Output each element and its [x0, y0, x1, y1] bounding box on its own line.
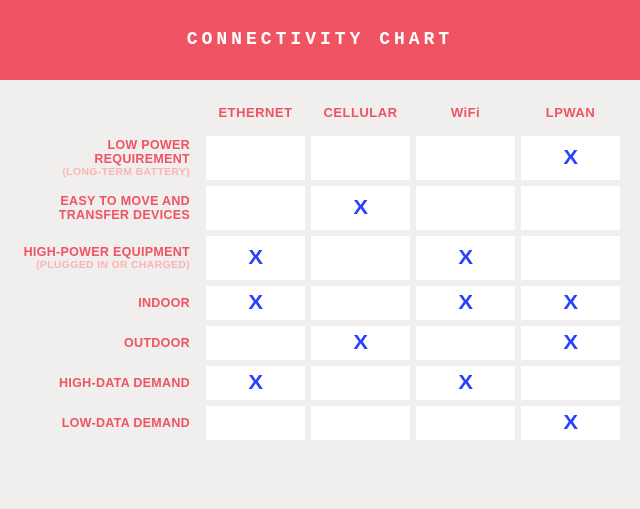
row-header: LOW-DATA DEMAND — [10, 416, 200, 430]
grid-cell: X — [521, 286, 620, 320]
chart-body: ETHERNET CELLULAR WiFi LPWAN LOW POWER REQUI… — [0, 80, 640, 460]
grid-cell: X — [416, 286, 515, 320]
connectivity-grid: ETHERNET CELLULAR WiFi LPWAN LOW POWER REQUI… — [10, 100, 620, 440]
grid-cell — [416, 406, 515, 440]
row-label: LOW-DATA DEMAND — [10, 416, 190, 430]
column-header: ETHERNET — [206, 105, 305, 126]
grid-cell — [521, 236, 620, 280]
check-mark-icon: X — [248, 247, 263, 270]
check-mark-icon: X — [563, 412, 578, 435]
grid-cell: X — [521, 406, 620, 440]
grid-cell — [311, 286, 410, 320]
row-sublabel: (LONG-TERM BATTERY) — [10, 166, 190, 178]
check-mark-icon: X — [248, 372, 263, 395]
chart-title: CONNECTIVITY CHART — [187, 30, 453, 50]
row-label: EASY TO MOVE AND TRANSFER DEVICES — [10, 194, 190, 223]
row-label: LOW POWER REQUIREMENT — [10, 138, 190, 167]
check-mark-icon: X — [563, 147, 578, 170]
check-mark-icon: X — [563, 292, 578, 315]
grid-cell — [206, 186, 305, 230]
grid-cell — [521, 186, 620, 230]
grid-cell: X — [416, 366, 515, 400]
check-mark-icon: X — [563, 332, 578, 355]
grid-cell — [416, 136, 515, 180]
grid-cell — [206, 326, 305, 360]
row-label: INDOOR — [10, 296, 190, 310]
grid-cell — [416, 326, 515, 360]
grid-cell — [311, 406, 410, 440]
check-mark-icon: X — [353, 332, 368, 355]
grid-cell: X — [521, 136, 620, 180]
check-mark-icon: X — [248, 292, 263, 315]
grid-cell — [311, 366, 410, 400]
grid-corner — [10, 100, 200, 130]
grid-cell: X — [206, 366, 305, 400]
chart-header: CONNECTIVITY CHART — [0, 0, 640, 80]
row-label: HIGH-POWER EQUIPMENT — [10, 245, 190, 259]
grid-cell — [311, 136, 410, 180]
grid-cell — [206, 136, 305, 180]
row-header: HIGH-DATA DEMAND — [10, 376, 200, 390]
row-sublabel: (PLUGGED IN OR CHARGED) — [10, 259, 190, 271]
row-header: LOW POWER REQUIREMENT(LONG-TERM BATTERY) — [10, 138, 200, 179]
grid-cell — [311, 236, 410, 280]
row-header: INDOOR — [10, 296, 200, 310]
check-mark-icon: X — [353, 197, 368, 220]
column-header: LPWAN — [521, 105, 620, 126]
row-label: HIGH-DATA DEMAND — [10, 376, 190, 390]
grid-cell: X — [311, 186, 410, 230]
grid-cell — [521, 366, 620, 400]
grid-cell: X — [521, 326, 620, 360]
check-mark-icon: X — [458, 247, 473, 270]
grid-cell — [416, 186, 515, 230]
column-header: WiFi — [416, 105, 515, 126]
column-header: CELLULAR — [311, 105, 410, 126]
row-label: OUTDOOR — [10, 336, 190, 350]
grid-cell: X — [311, 326, 410, 360]
grid-cell: X — [206, 236, 305, 280]
grid-cell: X — [416, 236, 515, 280]
grid-cell: X — [206, 286, 305, 320]
row-header: HIGH-POWER EQUIPMENT(PLUGGED IN OR CHARG… — [10, 245, 200, 271]
row-header: EASY TO MOVE AND TRANSFER DEVICES — [10, 194, 200, 223]
row-header: OUTDOOR — [10, 336, 200, 350]
grid-cell — [206, 406, 305, 440]
check-mark-icon: X — [458, 372, 473, 395]
check-mark-icon: X — [458, 292, 473, 315]
